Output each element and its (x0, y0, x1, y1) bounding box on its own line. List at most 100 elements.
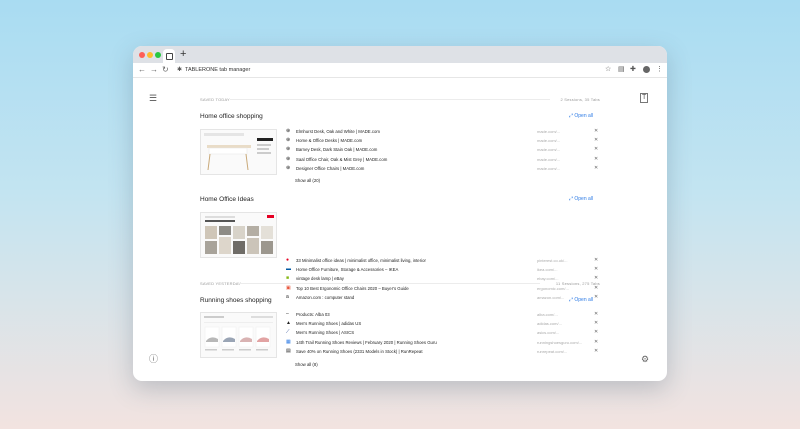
close-icon[interactable]: ✕ (594, 339, 598, 345)
close-icon[interactable]: ✕ (594, 348, 598, 354)
tablerone-favicon-icon (166, 53, 173, 60)
tab-title[interactable]: Home Office Furniture, Storage & Accesso… (296, 267, 398, 272)
browser-tab[interactable] (163, 49, 175, 63)
tab-domain: alba.com/... (537, 312, 558, 317)
help-icon[interactable]: ⓘ (149, 354, 158, 364)
tab-domain: runrepeat.com/... (537, 348, 568, 354)
made-favicon-icon: ⊕ (286, 155, 291, 162)
tab-title[interactable]: Home & Office Desks | MADE.com (296, 138, 362, 143)
profile-avatar[interactable] (643, 66, 650, 73)
show-all-link[interactable]: Show all (8) (295, 362, 318, 367)
close-icon[interactable]: ✕ (594, 165, 598, 171)
tab-domain: made.com/... (537, 165, 561, 171)
minimize-window-button[interactable] (147, 52, 153, 58)
tab-title[interactable]: Elmhurst Desk, Oak and White | MADE.com (296, 129, 380, 134)
browser-menu-icon[interactable]: ⋮ (656, 65, 663, 74)
made-favicon-icon: ⊕ (286, 137, 291, 144)
tab-title[interactable]: Products: Alba 03 (296, 312, 330, 317)
new-tab-button[interactable]: + (180, 48, 186, 60)
tab-domain: made.com/... (537, 156, 561, 162)
tab-title[interactable]: Save 40% on Running Shoes (2331 Models i… (296, 349, 423, 354)
close-icon[interactable]: ✕ (594, 137, 598, 143)
browser-window: + ← → ↻ ✱ TABLERONE tab manager ☆ ▤ ✚ ⋮ … (133, 46, 667, 381)
reload-button[interactable]: ↻ (162, 65, 169, 75)
list-item[interactable]: a Amazon.com : computer stand amazon.com… (285, 293, 600, 302)
close-icon[interactable]: ✕ (594, 266, 598, 272)
tab-domain: pinterest.co.uk/... (537, 258, 568, 263)
pinterest-favicon-icon: ● (286, 257, 290, 263)
list-item[interactable]: ⊕ Home & Office Desks | MADE.com made.co… (285, 136, 600, 145)
open-all-button[interactable]: ⤢ Open all (569, 196, 593, 202)
list-item[interactable]: ▤ Save 40% on Running Shoes (2331 Models… (285, 347, 600, 356)
runrepeat-favicon-icon: ▤ (286, 347, 291, 354)
tab-title[interactable]: Men's Running Shoes | ASICS (296, 330, 354, 335)
section-label: SAVED YESTERDAY (200, 281, 242, 286)
close-icon[interactable]: ✕ (594, 257, 598, 263)
list-item[interactable]: ⊕ Saal Office Chair, Oak & Mist Grey | M… (285, 155, 600, 164)
extension-puzzle-icon: ✱ (177, 67, 183, 73)
close-window-button[interactable] (139, 52, 145, 58)
section-label: SAVED TODAY (200, 97, 230, 102)
amazon-favicon-icon: a (286, 293, 289, 300)
translate-icon[interactable]: T (640, 93, 649, 103)
list-item[interactable]: – Products: Alba 03 alba.com/... ✕ (285, 310, 600, 319)
reading-list-icon[interactable]: ▤ (618, 66, 625, 74)
section-header-yesterday: SAVED YESTERDAY 11 Sessions, 275 Tabs (200, 280, 600, 288)
close-icon[interactable]: ✕ (594, 294, 598, 300)
list-item[interactable]: ▬ Home Office Furniture, Storage & Acces… (285, 265, 600, 274)
tab-title[interactable]: 14th Trail Running Shoes Reviews | Febru… (296, 340, 437, 345)
bookmark-star-icon[interactable]: ☆ (605, 66, 611, 74)
group-thumbnail (200, 212, 277, 258)
close-icon[interactable]: ✕ (594, 311, 598, 317)
close-icon[interactable]: ✕ (594, 146, 598, 152)
tab-title[interactable]: Amazon.com : computer stand (296, 295, 354, 300)
extensions-icon[interactable]: ✚ (630, 66, 636, 74)
list-item[interactable]: ▦ 14th Trail Running Shoes Reviews | Feb… (285, 338, 600, 347)
tab-domain: made.com/... (537, 129, 561, 134)
back-button[interactable]: ← (138, 65, 146, 75)
section-header-today: SAVED TODAY 2 Sessions, 35 Tabs (200, 96, 600, 104)
list-item[interactable]: ⊕ Elmhurst Desk, Oak and White | MADE.co… (285, 127, 600, 136)
open-all-label: Open all (574, 297, 594, 303)
open-all-button[interactable]: ⤢ Open all (569, 113, 593, 119)
tab-title[interactable]: Barney Desk, Dark Stain Oak | MADE.com (296, 147, 377, 152)
group-thumbnail (200, 312, 277, 358)
list-icon[interactable]: ☰ (149, 93, 157, 103)
forward-button[interactable]: → (150, 65, 158, 75)
open-all-button[interactable]: ⤢ Open all (569, 297, 593, 303)
group-title[interactable]: Home office shopping (200, 113, 263, 120)
ikea-favicon-icon: ▬ (286, 266, 291, 273)
address-bar[interactable]: TABLERONE tab manager (185, 66, 250, 74)
close-icon[interactable]: ✕ (594, 128, 598, 134)
adidas-favicon-icon: ▲ (286, 320, 291, 327)
open-all-label: Open all (574, 113, 594, 119)
close-icon[interactable]: ✕ (594, 156, 598, 162)
list-item[interactable]: ⊕ Barney Desk, Dark Stain Oak | MADE.com… (285, 145, 600, 154)
gear-icon[interactable]: ⚙ (641, 354, 649, 364)
close-icon[interactable]: ✕ (594, 329, 598, 335)
group-title[interactable]: Home Office Ideas (200, 196, 254, 203)
section-divider (238, 283, 540, 284)
group-thumbnail (200, 129, 277, 175)
section-count: 2 Sessions, 35 Tabs (560, 97, 600, 102)
list-item[interactable]: ⊕ Designer Office Chairs | MADE.com made… (285, 164, 600, 173)
list-item[interactable]: ⟋ Men's Running Shoes | ASICS asics.com/… (285, 328, 600, 337)
close-icon[interactable]: ✕ (594, 320, 598, 326)
desk-preview-image (201, 130, 276, 174)
section-divider (230, 99, 550, 100)
tab-domain: made.com/... (537, 147, 561, 153)
tab-list: ● 33 Minimalist office ideas | minimalis… (285, 256, 600, 302)
list-item[interactable]: ● 33 Minimalist office ideas | minimalis… (285, 256, 600, 265)
tab-strip: + (133, 46, 667, 63)
tab-title[interactable]: 33 Minimalist office ideas | minimalist … (296, 258, 426, 263)
tab-domain: adidas.com/... (537, 321, 562, 327)
list-item[interactable]: ▲ Men's Running Shoes | adidas US adidas… (285, 319, 600, 328)
tab-title[interactable]: Saal Office Chair, Oak & Mist Grey | MAD… (296, 157, 387, 162)
tab-list: ⊕ Elmhurst Desk, Oak and White | MADE.co… (285, 127, 600, 173)
tab-title[interactable]: Designer Office Chairs | MADE.com (296, 166, 364, 171)
show-all-link[interactable]: Show all (20) (295, 178, 320, 183)
open-all-label: Open all (574, 196, 594, 202)
tab-title[interactable]: Men's Running Shoes | adidas US (296, 321, 361, 326)
group-title[interactable]: Running shoes shopping (200, 297, 272, 304)
maximize-window-button[interactable] (155, 52, 161, 58)
